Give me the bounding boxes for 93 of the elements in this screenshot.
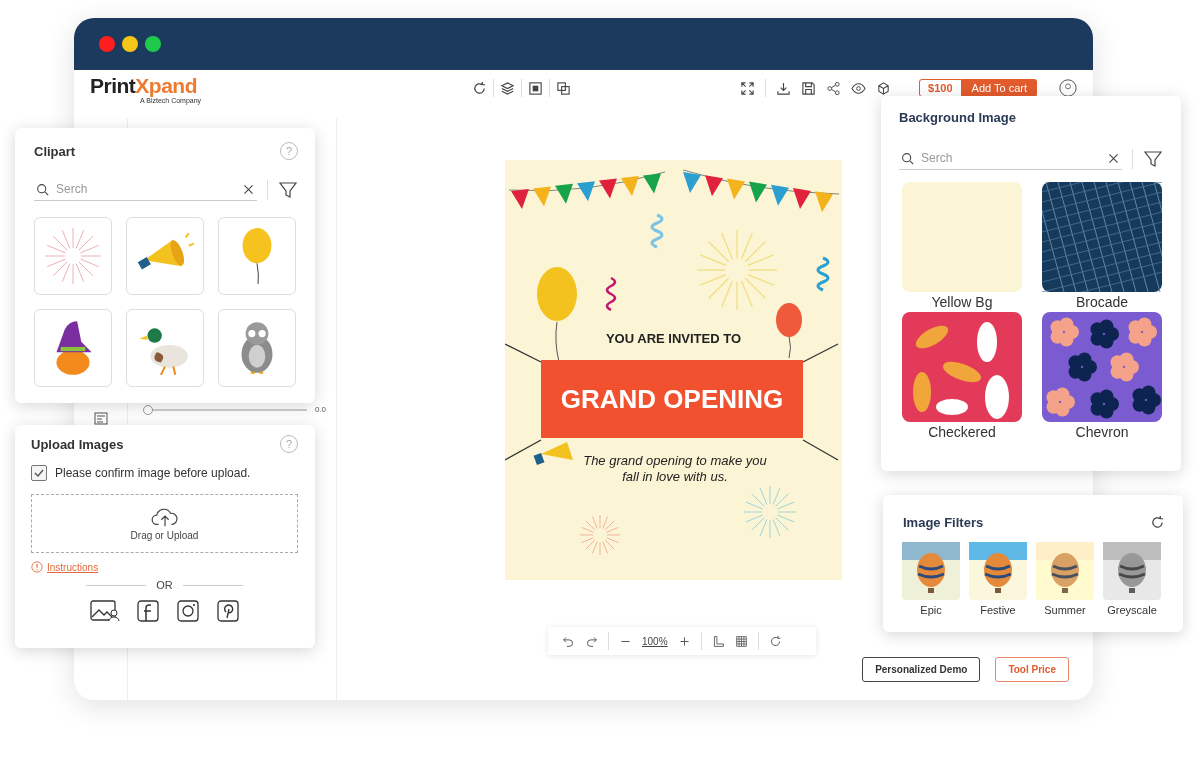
panel-title: Upload Images — [31, 436, 124, 452]
layers-icon[interactable] — [500, 80, 515, 96]
cube-icon[interactable] — [876, 80, 892, 96]
demo-button[interactable]: Personalized Demo — [862, 657, 981, 682]
facebook-icon[interactable] — [135, 599, 160, 623]
user-avatar-icon[interactable] — [1059, 79, 1077, 97]
image-gallery-icon[interactable] — [89, 599, 120, 623]
window-control-dot[interactable] — [122, 36, 138, 52]
balloon-photo-thumbnail[interactable] — [902, 542, 960, 600]
background-label: Checkered — [928, 424, 996, 440]
background-label: Chevron — [1075, 424, 1129, 440]
dropzone-label: Drag or Upload — [130, 530, 199, 541]
warning-icon — [31, 561, 43, 573]
pattern-swatch[interactable] — [1042, 182, 1162, 292]
clipart-tile[interactable] — [126, 309, 204, 387]
poster-design[interactable]: YOU ARE INVITED TO GRAND OPENING The grand opening to make you fall in love with us. — [505, 160, 842, 580]
window-control-dot[interactable] — [145, 36, 161, 52]
poster-tagline: The grand opening to make you fall in love with us. — [582, 453, 768, 485]
cream-swatch[interactable] — [902, 182, 1022, 292]
clear-icon[interactable] — [242, 182, 255, 196]
panel-title: Clipart — [34, 143, 76, 159]
panel-title: Image Filters — [903, 515, 984, 530]
confirm-checkbox[interactable] — [31, 465, 47, 481]
zoom-level[interactable]: 100% — [642, 635, 668, 647]
rope-line — [802, 439, 839, 461]
search-field[interactable]: Serch — [34, 178, 257, 201]
undo-icon[interactable] — [562, 634, 575, 648]
grid-icon[interactable] — [734, 634, 748, 648]
slider-value: 0.0 — [314, 405, 326, 414]
clipart-tile[interactable] — [218, 309, 296, 387]
cloud-upload-icon — [149, 506, 180, 528]
bring-front-icon[interactable] — [528, 80, 543, 96]
search-icon — [901, 151, 914, 165]
clipart-tile[interactable] — [126, 217, 204, 295]
price-link-button[interactable]: Tool Price — [995, 657, 1069, 682]
logo-wordmark: PrintXpand — [90, 75, 198, 97]
search-input[interactable]: Serch — [54, 181, 237, 197]
firework-drawing — [579, 514, 621, 556]
rope-line — [505, 343, 542, 363]
clear-icon[interactable] — [1107, 151, 1120, 165]
clipart-tile[interactable] — [218, 217, 296, 295]
rope-line — [505, 439, 542, 461]
confetti-ribbon — [816, 256, 830, 292]
preview-eye-icon[interactable] — [851, 80, 867, 96]
zoom-in-icon[interactable] — [677, 634, 691, 648]
instructions-link[interactable]: Instructions — [47, 561, 99, 573]
clipart-tile[interactable] — [34, 217, 112, 295]
confetti-ribbon — [650, 213, 664, 249]
add-to-cart-button[interactable]: Add To cart — [961, 79, 1037, 97]
window-control-dot[interactable] — [99, 36, 115, 52]
filter-label: Epic — [920, 604, 942, 616]
checkbox-label: Please confirm image before upload. — [55, 466, 251, 480]
clipart-tile[interactable] — [34, 309, 112, 387]
confetti-ribbon — [605, 276, 617, 312]
save-icon[interactable] — [801, 80, 817, 96]
pattern-swatch[interactable] — [902, 312, 1022, 422]
refresh-icon[interactable] — [472, 80, 487, 96]
balloon-photo-thumbnail[interactable] — [1036, 542, 1094, 600]
background-label: Brocade — [1075, 294, 1129, 310]
panel-title: Background Image — [899, 110, 1017, 125]
download-icon[interactable] — [776, 80, 792, 96]
text-tool-icon[interactable] — [92, 410, 109, 426]
balloon-photo-thumbnail[interactable] — [1103, 542, 1161, 600]
firework-drawing — [743, 485, 797, 539]
poster-headline: GRAND OPENING — [559, 384, 785, 415]
price-button[interactable]: $100 — [919, 79, 962, 97]
redo-icon[interactable] — [585, 634, 598, 648]
filter-label: Greyscale — [1107, 604, 1157, 616]
poster-subheading: YOU ARE INVITED TO — [604, 331, 743, 346]
fullscreen-icon[interactable] — [740, 80, 756, 96]
balloon-drawing — [776, 303, 802, 359]
ruler-icon[interactable] — [711, 634, 725, 648]
reset-icon[interactable] — [1150, 515, 1165, 530]
share-icon[interactable] — [826, 80, 842, 96]
upload-dropzone[interactable]: Drag or Upload — [31, 494, 298, 553]
filter-label: Summer — [1044, 604, 1086, 616]
background-label: Yellow Bg — [931, 294, 993, 310]
pinterest-icon[interactable] — [215, 599, 240, 623]
firework-icon — [42, 225, 104, 287]
search-icon — [36, 182, 49, 196]
send-back-icon[interactable] — [556, 80, 571, 96]
filter-icon[interactable] — [267, 179, 298, 200]
pattern-swatch[interactable] — [1042, 312, 1162, 422]
filter-icon[interactable] — [1132, 148, 1163, 169]
search-field[interactable]: Serch — [899, 147, 1122, 170]
rope-line — [802, 343, 839, 363]
filter-label: Festive — [980, 604, 1016, 616]
megaphone-drawing — [533, 442, 573, 466]
or-divider-label: OR — [156, 579, 173, 591]
reset-icon[interactable] — [768, 634, 782, 648]
instagram-icon[interactable] — [175, 599, 200, 623]
balloon-photo-thumbnail[interactable] — [969, 542, 1027, 600]
search-input[interactable]: Serch — [919, 150, 1102, 166]
